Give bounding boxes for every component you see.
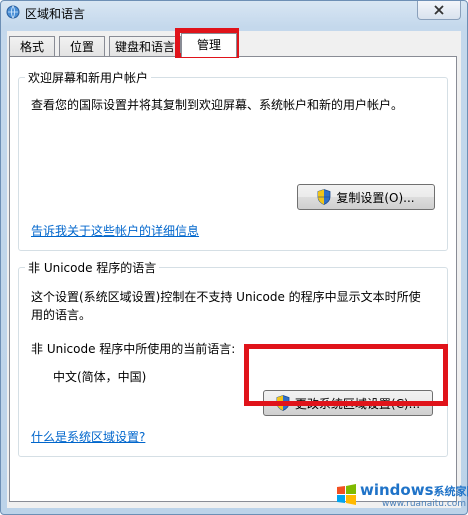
welcome-description: 查看您的国际设置并将其复制到欢迎屏幕、系统帐户和新的用户帐户。 [31, 98, 404, 112]
tab-keyboards-languages[interactable]: 键盘和语言 [109, 36, 181, 56]
watermark-brand: windows系统家园 [360, 481, 468, 499]
windows-logo-icon [337, 484, 356, 505]
dialog-client-area: 格式 位置 键盘和语言 管理 欢迎屏幕和新用户帐户 查看您的国际设置并将其复制到… [7, 31, 461, 508]
non-unicode-description-line1: 这个设置(系统区域设置)控制在不支持 Unicode 的程序中显示文本时所使 [31, 290, 421, 304]
close-button[interactable] [417, 1, 461, 20]
welcome-screen-group: 欢迎屏幕和新用户帐户 查看您的国际设置并将其复制到欢迎屏幕、系统帐户和新的用户帐… [18, 69, 448, 251]
window-title: 区域和语言 [25, 7, 86, 21]
change-system-locale-label: 更改系统区域设置(C)... [294, 396, 421, 411]
account-details-link[interactable]: 告诉我关于这些帐户的详细信息 [31, 222, 199, 240]
copy-settings-button[interactable]: 复制设置(O)... [297, 184, 435, 210]
current-language-label: 非 Unicode 程序中所使用的当前语言: [31, 342, 236, 356]
tab-administrative[interactable]: 管理 [181, 33, 237, 57]
non-unicode-group-title: 非 Unicode 程序的语言 [25, 259, 160, 276]
welcome-group-title: 欢迎屏幕和新用户帐户 [25, 69, 152, 86]
watermark-url: www.ruanaitu.com [382, 499, 467, 509]
uac-shield-icon [317, 189, 331, 205]
tab-location[interactable]: 位置 [59, 36, 105, 56]
watermark-logo: windows系统家园 www.ruanaitu.com [334, 481, 468, 511]
copy-settings-label: 复制设置(O)... [336, 190, 415, 205]
current-language-value: 中文(简体，中国) [53, 370, 147, 384]
region-globe-icon [6, 5, 20, 19]
close-icon [434, 5, 444, 15]
administrative-panel: 欢迎屏幕和新用户帐户 查看您的国际设置并将其复制到欢迎屏幕、系统帐户和新的用户帐… [9, 56, 457, 502]
tab-formats[interactable]: 格式 [9, 36, 55, 56]
change-system-locale-button[interactable]: 更改系统区域设置(C)... [263, 390, 433, 416]
non-unicode-description-line2: 用的语言。 [31, 308, 92, 322]
watermark-brand-suffix: 系统家园 [433, 485, 468, 498]
title-bar: 区域和语言 [1, 1, 467, 25]
system-locale-help-link[interactable]: 什么是系统区域设置? [31, 428, 145, 446]
uac-shield-icon [276, 395, 290, 411]
dialog-window: 区域和语言 格式 位置 键盘和语言 管理 欢迎屏幕和新用户帐户 查看您的国际设置… [0, 0, 468, 515]
non-unicode-group: 非 Unicode 程序的语言 这个设置(系统区域设置)控制在不支持 Unico… [18, 259, 448, 457]
